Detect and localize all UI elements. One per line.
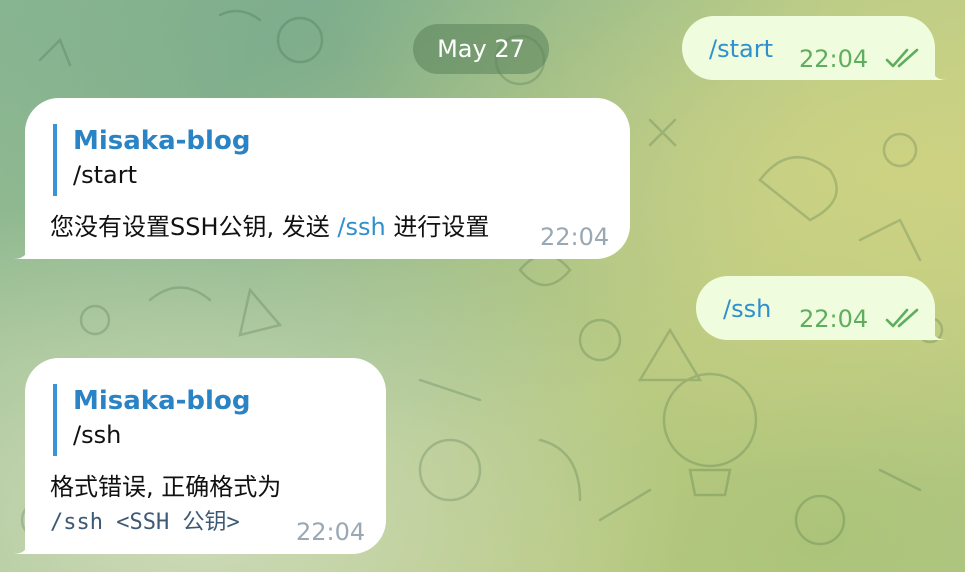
reply-sender-name: Misaka-blog — [73, 126, 251, 156]
bubble-tail — [931, 324, 947, 340]
message-text-start: 您没有设置SSH公钥, 发送 — [50, 213, 338, 241]
command-link[interactable]: /ssh — [337, 213, 385, 241]
code-snippet[interactable]: /ssh <SSH 公钥> — [50, 508, 240, 538]
chat-area: May 27 /start 22:04 Misaka-blog /start 您… — [0, 0, 965, 572]
reply-sender-name: Misaka-blog — [73, 386, 251, 416]
message-time: 22:04 — [296, 518, 366, 546]
reply-quote[interactable]: Misaka-blog /ssh — [53, 384, 250, 456]
outgoing-message-bubble[interactable]: /start 22:04 — [682, 16, 947, 80]
bubble-tail — [931, 64, 947, 80]
incoming-message-bubble[interactable]: Misaka-blog /start 您没有设置SSH公钥, 发送 /ssh 进… — [13, 98, 630, 259]
reply-quote[interactable]: Misaka-blog /start — [53, 124, 250, 196]
reply-quoted-text: /start — [73, 161, 137, 189]
outgoing-message-bubble[interactable]: /ssh 22:04 — [696, 276, 947, 340]
incoming-message-bubble[interactable]: Misaka-blog /ssh 格式错误, 正确格式为 /ssh <SSH 公… — [13, 358, 386, 554]
date-separator: May 27 — [413, 24, 549, 74]
message-command-link[interactable]: /start — [709, 34, 773, 64]
message-command-link[interactable]: /ssh — [723, 294, 771, 324]
double-check-icon — [885, 308, 919, 328]
message-text: 格式错误, 正确格式为 — [50, 473, 282, 501]
bubble-tail — [13, 243, 29, 259]
message-text: 您没有设置SSH公钥, 发送 /ssh 进行设置 — [50, 212, 489, 242]
message-text-end: 进行设置 — [385, 213, 490, 241]
message-time: 22:04 — [540, 223, 610, 251]
reply-quoted-text: /ssh — [73, 421, 122, 449]
message-time: 22:04 — [799, 305, 869, 333]
message-time: 22:04 — [799, 45, 869, 73]
double-check-icon — [885, 48, 919, 68]
bubble-tail — [13, 538, 29, 554]
